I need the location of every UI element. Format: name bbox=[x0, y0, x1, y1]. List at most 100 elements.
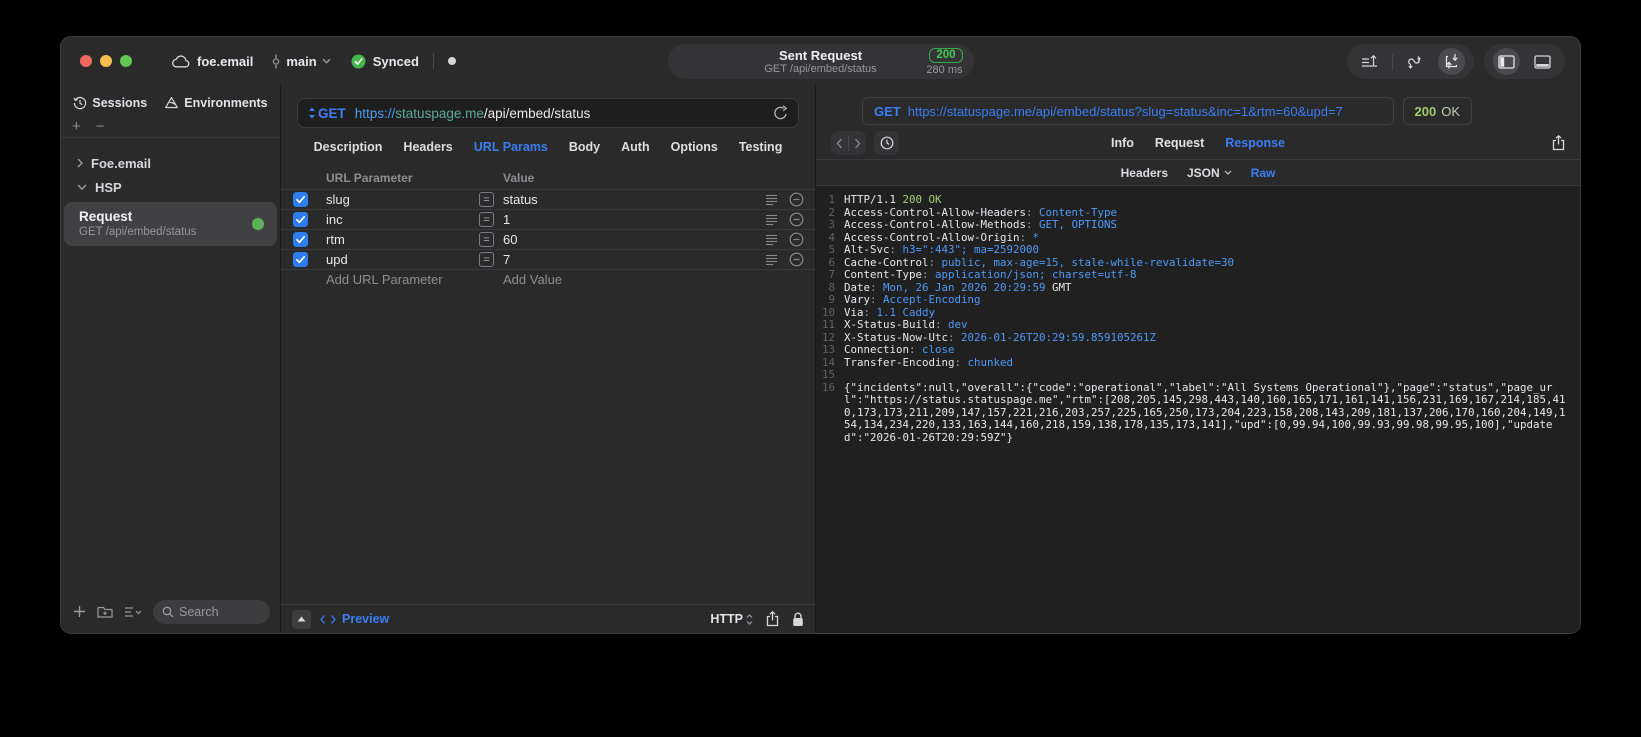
subtab-headers[interactable]: Headers bbox=[1121, 166, 1168, 180]
tab-url-params[interactable]: URL Params bbox=[474, 140, 548, 154]
add-folder-icon[interactable] bbox=[97, 605, 113, 619]
param-name-field[interactable]: upd bbox=[326, 252, 479, 267]
protocol-selector[interactable]: HTTP bbox=[710, 612, 753, 626]
reorder-handle-icon[interactable] bbox=[759, 193, 783, 206]
line-text: Vary: Accept-Encoding bbox=[844, 293, 981, 306]
line-number: 1 bbox=[828, 193, 835, 206]
subtab-raw[interactable]: Raw bbox=[1251, 166, 1276, 180]
add-param-row[interactable]: Add URL Parameter Add Value bbox=[281, 269, 815, 289]
add-param-name-placeholder[interactable]: Add URL Parameter bbox=[326, 272, 479, 287]
request-success-dot bbox=[252, 218, 264, 230]
toggle-sidebar-icon[interactable] bbox=[1493, 48, 1520, 75]
tab-body[interactable]: Body bbox=[569, 140, 600, 154]
line-number: 7 bbox=[828, 268, 835, 281]
toggle-bottom-panel-icon[interactable] bbox=[1529, 48, 1556, 75]
url-path: /api/embed/status bbox=[483, 105, 591, 121]
param-value-field[interactable]: 1 bbox=[503, 212, 759, 227]
sent-request-line[interactable]: GET https://statuspage.me/api/embed/stat… bbox=[862, 97, 1394, 125]
method-selector[interactable]: GET bbox=[318, 106, 346, 121]
add-session-button[interactable]: + bbox=[72, 119, 81, 134]
reorder-handle-icon[interactable] bbox=[759, 213, 783, 226]
preview-button[interactable]: Preview bbox=[320, 612, 389, 626]
commit-icon bbox=[271, 54, 281, 69]
param-value-field[interactable]: 60 bbox=[503, 232, 759, 247]
add-param-value-placeholder[interactable]: Add Value bbox=[503, 272, 759, 287]
tab-sessions-label: Sessions bbox=[92, 96, 148, 110]
url-host: statuspage.me bbox=[395, 105, 484, 121]
import-export-icon[interactable] bbox=[1438, 48, 1465, 75]
column-header-name: URL Parameter bbox=[326, 171, 413, 185]
unsaved-indicator-dot bbox=[447, 57, 456, 65]
back-button[interactable] bbox=[831, 138, 848, 149]
environments-icon bbox=[164, 96, 179, 110]
tree-group-foe-email[interactable]: Foe.email bbox=[61, 151, 280, 175]
remove-session-button[interactable]: − bbox=[96, 119, 105, 134]
send-refresh-icon[interactable] bbox=[773, 105, 788, 121]
updown-icon bbox=[746, 613, 753, 625]
titlebar-divider bbox=[432, 53, 434, 69]
sent-request-title: Sent Request bbox=[778, 47, 863, 63]
line-number: 3 bbox=[828, 218, 835, 231]
tree-group-hsp[interactable]: HSP bbox=[61, 175, 280, 199]
line-text: Transfer-Encoding: chunked bbox=[844, 355, 1014, 369]
history-clock-icon[interactable] bbox=[874, 131, 899, 155]
tab-environments[interactable]: Environments bbox=[164, 96, 268, 110]
add-request-button[interactable] bbox=[73, 605, 86, 618]
project-menu[interactable]: foe.email bbox=[172, 54, 253, 69]
search-input[interactable]: Search bbox=[153, 599, 270, 624]
param-checkbox-checked[interactable] bbox=[293, 252, 326, 267]
param-value-field[interactable]: 7 bbox=[503, 252, 759, 267]
param-name-field[interactable]: rtm bbox=[326, 232, 479, 247]
lock-icon[interactable] bbox=[792, 612, 804, 627]
tab-options[interactable]: Options bbox=[671, 140, 718, 154]
line-number: 9 bbox=[828, 293, 835, 306]
param-checkbox-checked[interactable] bbox=[293, 232, 326, 247]
window-controls bbox=[61, 55, 132, 67]
param-checkbox-checked[interactable] bbox=[293, 192, 326, 207]
cloud-icon bbox=[172, 54, 190, 68]
tab-request[interactable]: Request bbox=[1155, 136, 1204, 150]
sync-status[interactable]: Synced bbox=[351, 54, 419, 69]
chevron-down-icon bbox=[1224, 170, 1232, 175]
share-icon[interactable] bbox=[766, 611, 779, 627]
tab-description[interactable]: Description bbox=[314, 140, 383, 154]
remove-param-icon[interactable] bbox=[783, 252, 809, 267]
response-toolbar: Info Request Response bbox=[816, 127, 1580, 160]
tab-testing[interactable]: Testing bbox=[739, 140, 783, 154]
param-checkbox-checked[interactable] bbox=[293, 212, 326, 227]
expand-panel-icon[interactable] bbox=[292, 609, 311, 629]
response-body[interactable]: 1 HTTP/1.1 200 OK 2 Access-Control-Allow-He… bbox=[816, 186, 1580, 633]
tab-sessions[interactable]: Sessions bbox=[73, 96, 147, 110]
forward-button[interactable] bbox=[849, 138, 866, 149]
close-window-button[interactable] bbox=[80, 55, 92, 67]
zoom-window-button[interactable] bbox=[120, 55, 132, 67]
sidebar-item-request-selected[interactable]: Request GET /api/embed/status bbox=[64, 202, 277, 246]
reorder-handle-icon[interactable] bbox=[759, 253, 783, 266]
reorder-handle-icon[interactable] bbox=[759, 233, 783, 246]
minimize-window-button[interactable] bbox=[100, 55, 112, 67]
tab-info[interactable]: Info bbox=[1111, 136, 1134, 150]
param-name-field[interactable]: slug bbox=[326, 192, 479, 207]
export-response-icon[interactable] bbox=[1552, 135, 1565, 151]
param-name-field[interactable]: inc bbox=[326, 212, 479, 227]
tree-group-label: Foe.email bbox=[91, 155, 151, 171]
tab-headers[interactable]: Headers bbox=[403, 140, 452, 154]
response-status-code: 200 bbox=[1414, 103, 1437, 119]
tab-environments-label: Environments bbox=[184, 96, 268, 110]
merge-icon[interactable] bbox=[1402, 48, 1429, 75]
request-status-pill[interactable]: Sent Request GET /api/embed/status 200 2… bbox=[667, 44, 974, 79]
tab-auth[interactable]: Auth bbox=[621, 140, 649, 154]
export-lines-icon[interactable] bbox=[1356, 48, 1383, 75]
remove-param-icon[interactable] bbox=[783, 212, 809, 227]
subtab-json[interactable]: JSON bbox=[1187, 166, 1232, 180]
sort-list-icon[interactable] bbox=[124, 606, 142, 618]
param-value-field[interactable]: status bbox=[503, 192, 759, 207]
remove-param-icon[interactable] bbox=[783, 232, 809, 247]
tab-response[interactable]: Response bbox=[1225, 136, 1285, 150]
request-url-input[interactable]: GET https://statuspage.me/api/embed/stat… bbox=[297, 98, 799, 128]
request-item-title: Request bbox=[79, 209, 133, 224]
branch-selector[interactable]: main bbox=[271, 54, 331, 69]
preview-label: Preview bbox=[342, 612, 390, 626]
remove-param-icon[interactable] bbox=[783, 192, 809, 207]
request-tree: Foe.email HSP Request GET /api/embed/sta… bbox=[61, 137, 280, 596]
